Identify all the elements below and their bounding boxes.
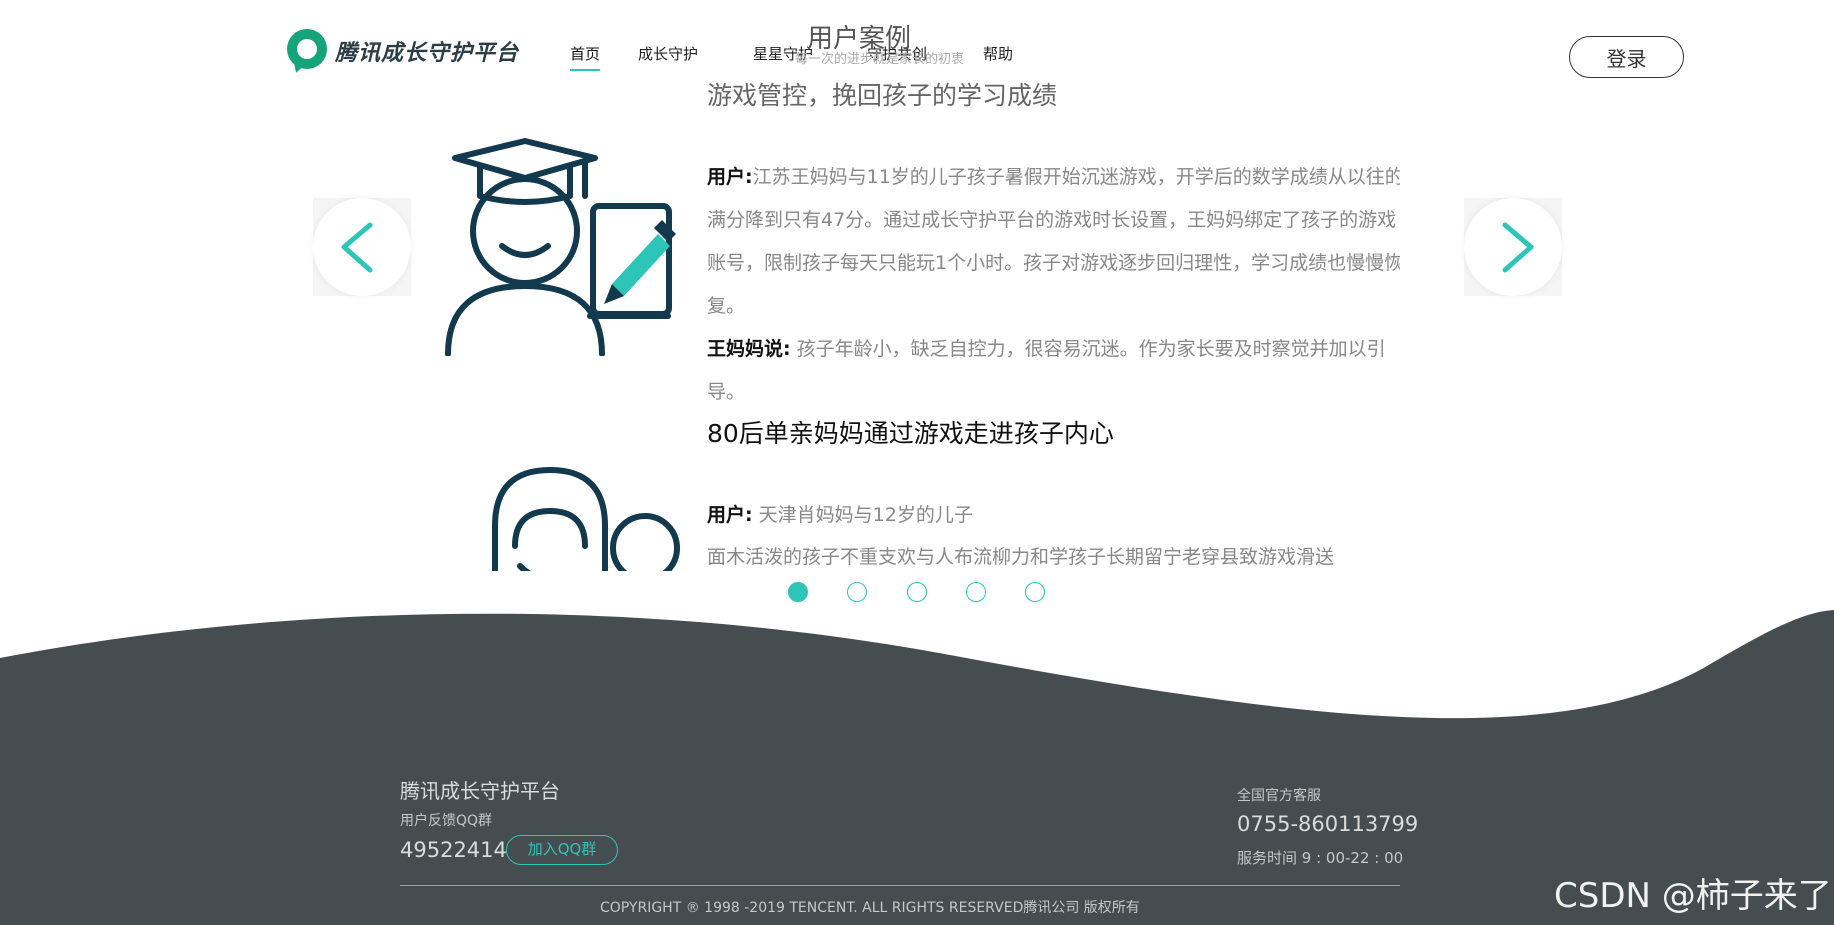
carousel-viewport: 游戏管控，挽回孩子的学习成绩 用户:江苏王妈妈与11岁的儿子孩子暑假开始沉迷游戏… bbox=[430, 64, 1400, 571]
login-button[interactable]: 登录 bbox=[1569, 36, 1684, 78]
qq-group-number: 49522414 bbox=[400, 838, 507, 862]
footer-divider bbox=[400, 885, 1400, 886]
qq-group-label: 用户反馈QQ群 bbox=[400, 813, 493, 829]
case-title: 游戏管控，挽回孩子的学习成绩 bbox=[707, 81, 1058, 110]
quote-text: 孩子年龄小，缺乏自控力，很容易沉迷。作为家长要及时察觉并加以引导。 bbox=[707, 338, 1386, 403]
copyright-text: COPYRIGHT ® 1998 -2019 TENCENT. ALL RIGH… bbox=[600, 900, 1140, 916]
carousel-prev-button[interactable] bbox=[313, 198, 411, 296]
brand-name: 腾讯成长守护平台 bbox=[335, 41, 520, 66]
nav-item-home[interactable]: 首页 bbox=[570, 43, 600, 64]
user-story-text: 天津肖妈妈与12岁的儿子 bbox=[758, 504, 973, 526]
carousel-dot[interactable] bbox=[847, 582, 867, 602]
chevron-right-icon bbox=[1502, 222, 1534, 273]
user-label: 用户: bbox=[707, 166, 753, 188]
mother-child-icon bbox=[492, 467, 680, 571]
nav-item-help[interactable]: 帮助 bbox=[983, 43, 1013, 64]
carousel-next-button[interactable] bbox=[1464, 198, 1562, 296]
carousel-dot[interactable] bbox=[907, 582, 927, 602]
case-user-paragraph: 用户:江苏王妈妈与11岁的儿子孩子暑假开始沉迷游戏，开学后的数学成绩从以往的满分… bbox=[707, 156, 1400, 328]
case-user-paragraph: 用户: 天津肖妈妈与12岁的儿子 bbox=[707, 494, 1400, 537]
csdn-watermark: CSDN @柿子来了 bbox=[1554, 876, 1832, 916]
user-story-text: 江苏王妈妈与11岁的儿子孩子暑假开始沉迷游戏，开学后的数学成绩从以往的满分降到只… bbox=[707, 166, 1400, 317]
service-hours: 服务时间 9 : 00-22 : 00 bbox=[1237, 849, 1404, 867]
quote-label: 王妈妈说: bbox=[707, 338, 791, 360]
join-qq-button[interactable]: 加入QQ群 bbox=[506, 835, 618, 865]
service-phone: 0755-860113799 bbox=[1237, 812, 1419, 836]
nav-item-growth-guard[interactable]: 成长守护 bbox=[638, 43, 698, 64]
carousel-dot[interactable] bbox=[788, 582, 808, 602]
carousel-dot[interactable] bbox=[1025, 582, 1045, 602]
user-label: 用户: bbox=[707, 504, 753, 526]
case-extra-paragraph: 面木活泼的孩子不重支欢与人布流柳力和学孩子长期留宁老穿县致游戏滑送 bbox=[707, 546, 1335, 568]
case-quote-paragraph: 王妈妈说: 孩子年龄小，缺乏自控力，很容易沉迷。作为家长要及时察觉并加以引导。 bbox=[707, 328, 1400, 414]
footer-brand: 腾讯成长守护平台 bbox=[400, 779, 560, 803]
case-title: 80后单亲妈妈通过游戏走进孩子内心 bbox=[707, 419, 1114, 448]
carousel-dot[interactable] bbox=[966, 582, 986, 602]
service-label: 全国官方客服 bbox=[1237, 788, 1321, 804]
chevron-left-icon bbox=[341, 222, 373, 273]
speech-ring-logo-icon bbox=[287, 29, 329, 75]
graduate-student-icon bbox=[445, 138, 676, 356]
